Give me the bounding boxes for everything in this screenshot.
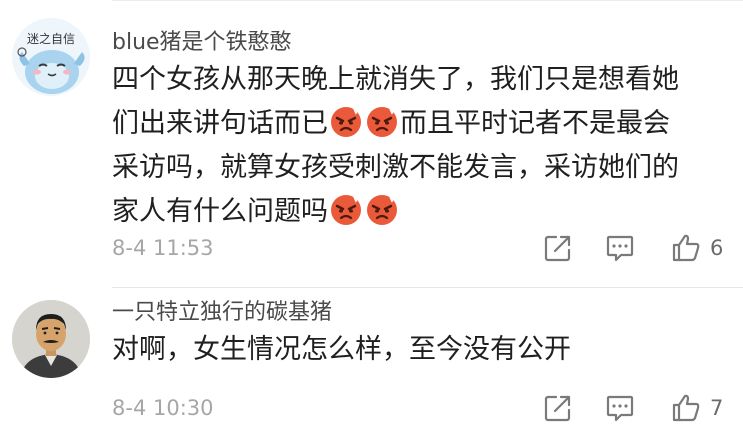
thumbs-up-icon — [672, 394, 700, 422]
comment-list: 迷之自信 blue猪是个铁憨憨 四个女孩从那天晚上就消失了，我们只是想看她 们出… — [0, 0, 743, 440]
comment-time: 8-4 10:30 — [112, 396, 214, 420]
text-span: 对啊，女生情况怎么样，至今没有公开 — [112, 334, 571, 365]
comment-text: 对啊，女生情况怎么样，至今没有公开 — [112, 328, 712, 372]
comment-line: 们出来讲句话而已 而且平时记者不是最会 — [112, 102, 712, 146]
share-button[interactable] — [542, 232, 574, 264]
reply-button[interactable] — [604, 392, 636, 424]
username[interactable]: blue猪是个铁憨憨 — [112, 24, 292, 56]
like-button[interactable] — [670, 232, 702, 264]
username[interactable]: 一只特立独行的碳基猪 — [112, 294, 332, 326]
portrait-avatar-icon — [12, 300, 90, 378]
text-span: 采访吗，就算女孩受刺激不能发言，采访她们的 — [112, 152, 679, 183]
angry-face-emoji-icon — [330, 194, 362, 226]
avatar[interactable] — [12, 300, 90, 378]
angry-face-emoji-icon — [330, 106, 362, 138]
comment-line: 采访吗，就算女孩受刺激不能发言，采访她们的 — [112, 146, 712, 190]
text-span: 而且平时记者不是最会 — [400, 108, 670, 139]
reply-button[interactable] — [604, 232, 636, 264]
angry-face-emoji-icon — [366, 106, 398, 138]
text-span: 们出来讲句话而已 — [112, 108, 328, 139]
avatar-handwriting: 迷之自信 — [27, 32, 75, 46]
comment-item: 一只特立独行的碳基猪 对啊，女生情况怎么样，至今没有公开 8-4 10:30 7 — [0, 288, 743, 440]
comment-text: 四个女孩从那天晚上就消失了，我们只是想看她 们出来讲句话而已 而且平时记者不是最会… — [112, 58, 712, 234]
text-span: 四个女孩从那天晚上就消失了，我们只是想看她 — [112, 64, 679, 95]
text-span: 家人有什么问题吗 — [112, 196, 328, 227]
angry-face-emoji-icon — [366, 194, 398, 226]
share-button[interactable] — [542, 392, 574, 424]
avatar[interactable]: 迷之自信 — [12, 18, 90, 96]
dolphin-avatar-icon: 迷之自信 — [12, 18, 90, 96]
comment-line: 四个女孩从那天晚上就消失了，我们只是想看她 — [112, 58, 712, 102]
reply-icon — [606, 395, 634, 422]
reply-icon — [606, 235, 634, 262]
share-icon — [544, 395, 571, 422]
like-button[interactable] — [670, 392, 702, 424]
thumbs-up-icon — [672, 234, 700, 262]
comment-time: 8-4 11:53 — [112, 236, 214, 260]
like-count: 7 — [710, 396, 724, 420]
share-icon — [544, 235, 571, 262]
comment-line: 对啊，女生情况怎么样，至今没有公开 — [112, 328, 712, 372]
like-count: 6 — [710, 236, 724, 260]
comment-item: 迷之自信 blue猪是个铁憨憨 四个女孩从那天晚上就消失了，我们只是想看她 们出… — [0, 0, 743, 288]
comment-line: 家人有什么问题吗 — [112, 190, 712, 234]
